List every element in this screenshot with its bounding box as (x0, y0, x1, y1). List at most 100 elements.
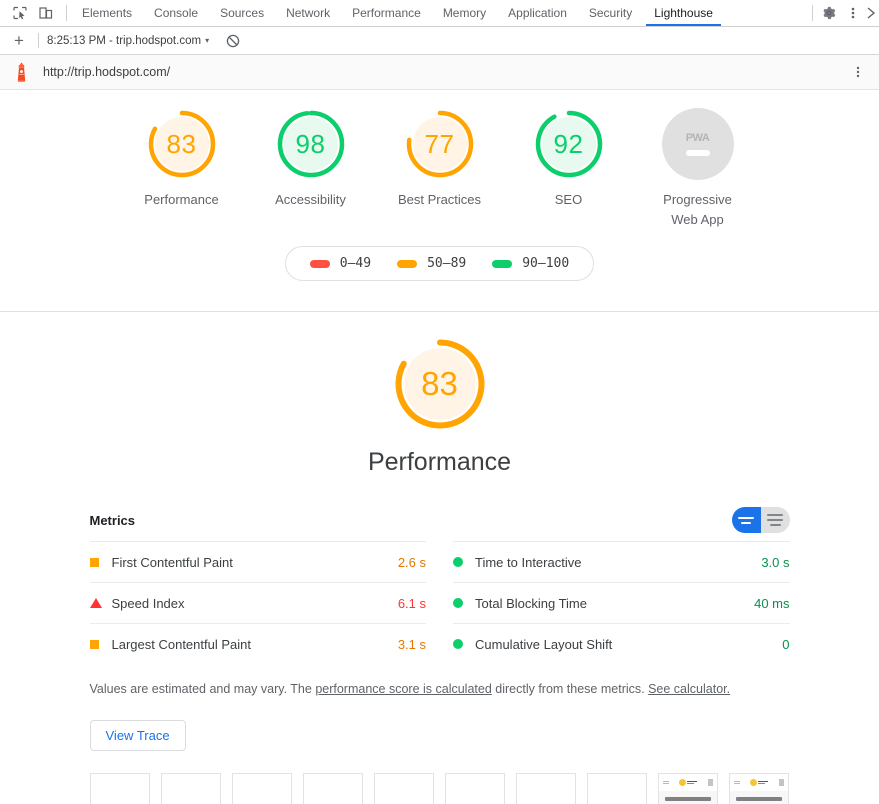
filmstrip-frame[interactable] (515, 773, 576, 804)
tab-label: Memory (442, 6, 487, 20)
category-gauges: 83 Performance 98 Accessibility 77 Best … (0, 108, 879, 230)
filmstrip-frame[interactable] (373, 773, 434, 804)
tab-label: Security (588, 6, 633, 20)
score-calculation-link[interactable]: performance score is calculated (315, 682, 491, 696)
legend-label-good: 90–100 (522, 256, 570, 271)
gauge-label-seo: SEO (554, 192, 583, 207)
metrics-grid: First Contentful Paint 2.6 s Time to Int… (89, 541, 790, 664)
gear-icon[interactable] (817, 2, 841, 24)
clear-all-glyph (226, 34, 240, 47)
tab-label: Performance (352, 6, 421, 20)
metric-row[interactable]: Total Blocking Time 40 ms (453, 582, 790, 623)
metric-label: Total Blocking Time (475, 595, 587, 611)
filmstrip-frame-screenshot[interactable]: 100 (728, 773, 789, 804)
tab-memory[interactable]: Memory (432, 0, 497, 26)
filmstrip-frame[interactable] (89, 773, 150, 804)
site-logo-icon (750, 779, 768, 786)
filmstrip: 100 (89, 773, 790, 804)
toolbar-divider (38, 33, 39, 48)
toggle-line (738, 516, 754, 519)
screenshot-headline (659, 791, 717, 804)
metrics-view-toggle[interactable] (731, 507, 790, 533)
panel-tabs: Elements Console Sources Network Perform… (71, 0, 808, 26)
gauge-ring-seo: 92 (533, 108, 605, 180)
tab-lighthouse[interactable]: Lighthouse (643, 0, 724, 26)
gauge-label-accessibility: Accessibility (275, 192, 346, 207)
metric-status-average-icon (89, 557, 112, 567)
tab-sources[interactable]: Sources (209, 0, 275, 26)
site-logo-icon (679, 779, 697, 786)
tab-elements[interactable]: Elements (71, 0, 143, 26)
metric-label: Speed Index (111, 595, 185, 611)
lighthouse-logo-icon (14, 62, 29, 82)
new-audit-button[interactable]: + (8, 30, 30, 52)
device-toolbar-glyph (39, 7, 53, 19)
clear-all-icon[interactable] (223, 31, 243, 51)
filmstrip-frame[interactable] (160, 773, 221, 804)
metric-status-poor-icon (89, 598, 112, 608)
report-more-icon[interactable] (847, 65, 869, 79)
filmstrip-frame[interactable] (231, 773, 292, 804)
tab-application[interactable]: Application (497, 0, 578, 26)
run-selector-label: 8:25:13 PM - trip.hodspot.com (47, 34, 202, 47)
tab-network[interactable]: Network (275, 0, 341, 26)
gauge-score-best-practices: 77 (424, 128, 455, 159)
disclaimer-mid: directly from these metrics. (491, 682, 649, 696)
gauge-pwa[interactable]: PWA Progressive Web App (649, 108, 746, 230)
screenshot-navbar (729, 774, 788, 791)
legend-item-good: 90–100 (492, 256, 569, 271)
performance-gauge-block: 83 Performance (0, 336, 879, 477)
toggle-line (767, 519, 783, 521)
report-url-header: http://trip.hodspot.com/ (0, 55, 879, 90)
metric-row[interactable]: Cumulative Layout Shift 0 (453, 623, 790, 664)
device-toolbar-icon[interactable] (34, 2, 58, 24)
gauge-performance[interactable]: 83 Performance (133, 108, 230, 230)
tab-label: Application (508, 6, 567, 20)
toggle-line (769, 524, 781, 526)
close-icon[interactable] (865, 2, 879, 24)
legend-pill-good (492, 259, 513, 268)
list-view-toggle[interactable] (760, 507, 790, 533)
metric-row[interactable]: Largest Contentful Paint 3.1 s (89, 623, 426, 664)
report-run-selector[interactable]: 8:25:13 PM - trip.hodspot.com ▾ (47, 35, 209, 47)
tab-label: Elements (82, 6, 133, 20)
tab-console[interactable]: Console (143, 0, 209, 26)
metric-status-average-icon (89, 639, 112, 649)
inspect-element-icon[interactable] (8, 2, 32, 24)
gauge-seo[interactable]: 92 SEO (520, 108, 617, 230)
filmstrip-frame[interactable] (444, 773, 505, 804)
pwa-dash-icon (685, 150, 710, 156)
filmstrip-frame[interactable] (586, 773, 647, 804)
filmstrip-view-toggle[interactable] (731, 507, 761, 533)
tab-label: Sources (220, 6, 265, 20)
metric-row[interactable]: First Contentful Paint 2.6 s (89, 541, 426, 582)
hamburger-icon (662, 780, 669, 785)
metric-row[interactable]: Speed Index 6.1 s (89, 582, 426, 623)
metric-label: Largest Contentful Paint (111, 636, 251, 652)
tab-security[interactable]: Security (578, 0, 643, 26)
metrics-header: Metrics (90, 507, 790, 541)
toolbar-divider-right (812, 5, 813, 21)
metric-row[interactable]: Time to Interactive 3.0 s (453, 541, 790, 582)
filmstrip-frame[interactable] (302, 773, 363, 804)
legend-pill-poor (309, 259, 330, 268)
view-trace-button[interactable]: View Trace (89, 720, 186, 751)
metric-label: Time to Interactive (475, 554, 582, 570)
kebab-glyph (851, 7, 855, 19)
tab-performance[interactable]: Performance (341, 0, 432, 26)
metrics-heading: Metrics (89, 512, 136, 528)
see-calculator-link[interactable]: See calculator. (648, 682, 730, 696)
performance-score: 83 (421, 365, 458, 402)
gauge-best-practices[interactable]: 77 Best Practices (391, 108, 488, 230)
gauge-accessibility[interactable]: 98 Accessibility (262, 108, 359, 230)
metric-value: 40 ms (754, 595, 790, 611)
toolbar-divider (66, 5, 67, 21)
metric-status-good-icon (453, 598, 475, 608)
lighthouse-toolbar: + 8:25:13 PM - trip.hodspot.com ▾ (0, 27, 879, 55)
score-legend: 0–49 50–89 90–100 (284, 246, 595, 281)
filmstrip-frame-screenshot[interactable] (657, 773, 718, 804)
performance-title: Performance (367, 448, 512, 476)
lighthouse-glyph (17, 62, 26, 82)
gauge-ring-accessibility: 98 (275, 108, 347, 180)
more-vertical-icon[interactable] (841, 2, 865, 24)
